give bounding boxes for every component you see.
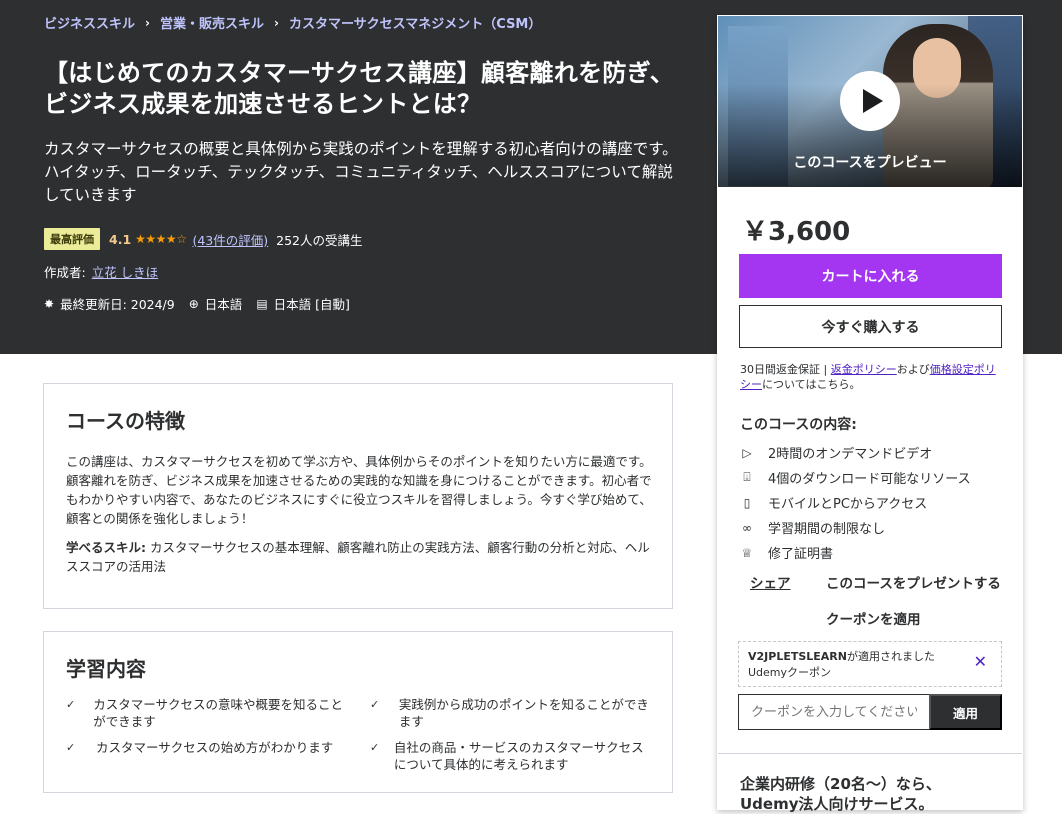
learn-item: ✓ カスタマーサクセスの始め方がわかります <box>66 739 351 756</box>
star-rating-icon: ★★★★☆ <box>135 232 187 246</box>
author-row: 作成者: 立花 しきほ <box>44 262 158 281</box>
breadcrumb-business-skills[interactable]: ビジネススキル <box>44 13 135 32</box>
last-updated: ✸ 最終更新日: 2024/9 <box>44 294 175 313</box>
skills-text: 学べるスキル: カスタマーサクセスの基本理解、顧客離れ防止の実践方法、顧客行動の… <box>66 538 656 576</box>
skills-label: 学べるスキル: <box>66 540 146 555</box>
trophy-icon: ♕ <box>741 545 753 560</box>
business-promo: 企業内研修（20名～）なら、 Udemy法人向けサービス。 <box>740 775 941 813</box>
learn-item-text: 自社の商品・サービスのカスタマーサクセスについて具体的に考えられます <box>393 740 644 772</box>
check-icon: ✓ <box>66 698 76 711</box>
includes-list: ▷ 2時間のオンデマンドビデオ ⍗ 4個のダウンロード可能なリソース ▯ モバイルとP… <box>740 440 971 565</box>
breadcrumb-csm[interactable]: カスタマーサクセスマネジメント（CSM） <box>289 13 541 32</box>
coupon-input[interactable] <box>738 694 930 730</box>
author-link[interactable]: 立花 しきほ <box>92 265 158 280</box>
share-button[interactable]: シェア <box>750 572 791 592</box>
include-item: ∞ 学習期間の制限なし <box>740 515 971 540</box>
guarantee-and: および <box>896 363 930 376</box>
include-item-text: 修了証明書 <box>768 547 834 562</box>
sidebar-divider <box>718 753 1022 754</box>
include-item-text: モバイルとPCからアクセス <box>768 497 928 512</box>
captions-text: 日本語 [自動] <box>273 297 350 312</box>
language-text: 日本語 <box>204 297 243 312</box>
refund-policy-link[interactable]: 返金ポリシー <box>831 363 897 376</box>
guarantee-text: 30日間返金保証 | <box>740 363 831 376</box>
learn-item: ✓ 実践例から成功のポイントを知ることができます <box>370 696 655 730</box>
breadcrumb: ビジネススキル › 営業・販売スキル › カスタマーサクセスマネジメント（CSM… <box>44 13 541 33</box>
include-item-text: 4個のダウンロード可能なリソース <box>768 472 971 487</box>
check-icon: ✓ <box>370 698 380 711</box>
meta-row: ✸ 最終更新日: 2024/9 ⊕ 日本語 ▤ 日本語 [自動] <box>44 294 364 313</box>
include-item: ▯ モバイルとPCからアクセス <box>740 490 971 515</box>
rating-value: 4.1 <box>109 231 132 247</box>
learn-item: ✓ 自社の商品・サービスのカスタマーサクセスについて具体的に考えられます <box>370 739 655 773</box>
coupon-type: Udemyクーポン <box>748 666 832 679</box>
course-subtitle: カスタマーサクセスの概要と具体例から実践のポイントを理解する初心者向けの講座です… <box>44 140 678 204</box>
coupon-code: V2JPLETSLEARN <box>748 650 847 663</box>
applied-coupon: V2JPLETSLEARNが適用されました Udemyクーポン ✕ <box>738 641 1002 687</box>
captions: ▤ 日本語 [自動] <box>256 294 350 313</box>
download-icon: ⍗ <box>743 470 751 484</box>
purchase-sidebar: このコースをプレビュー ￥3,600 カートに入れる 今すぐ購入する 30日間返… <box>717 15 1023 813</box>
author-label: 作成者: <box>44 265 86 280</box>
money-back-guarantee: 30日間返金保証 | 返金ポリシーおよび価格設定ポリシーについてはこちら。 <box>740 362 1004 392</box>
course-price: ￥3,600 <box>742 217 851 247</box>
add-to-cart-button[interactable]: カートに入れる <box>739 254 1002 298</box>
video-icon: ▷ <box>742 445 752 460</box>
check-icon: ✓ <box>66 741 76 754</box>
include-item-text: 2時間のオンデマンドビデオ <box>768 447 933 462</box>
course-features-box: コースの特徴 この講座は、カスタマーサクセスを初めて学ぶ方や、具体例からそのポイ… <box>43 383 673 609</box>
include-item-text: 学習期間の制限なし <box>768 522 886 537</box>
coupon-apply-button[interactable]: 適用 <box>929 694 1002 730</box>
coupon-applied-text: V2JPLETSLEARNが適用されました <box>748 649 992 665</box>
learn-item-text: カスタマーサクセスの意味や概要を知ることができます <box>93 697 343 729</box>
chevron-right-icon: › <box>145 15 150 30</box>
course-title: 【はじめてのカスタマーサクセス講座】顧客離れを防ぎ、ビジネス成果を加速させるヒン… <box>44 59 675 118</box>
features-description: この講座は、カスタマーサクセスを初めて学ぶ方や、具体例からそのポイントを知りたい… <box>66 454 652 526</box>
include-item: ▷ 2時間のオンデマンドビデオ <box>740 440 971 465</box>
features-heading: コースの特徴 <box>66 409 185 433</box>
buy-now-button[interactable]: 今すぐ購入する <box>739 305 1002 348</box>
student-count: 252人の受講生 <box>276 232 363 248</box>
apply-coupon-button[interactable]: クーポンを適用 <box>826 608 921 628</box>
reviews-link[interactable]: (43件の評価) <box>192 230 268 249</box>
include-item: ⍗ 4個のダウンロード可能なリソース <box>740 465 971 490</box>
close-icon[interactable]: ✕ <box>974 654 987 670</box>
last-updated-text: 最終更新日: 2024/9 <box>60 297 175 312</box>
course-preview[interactable]: このコースをプレビュー <box>718 16 1022 187</box>
learn-item-text: カスタマーサクセスの始め方がわかります <box>96 740 334 755</box>
what-you-learn-box: 学習内容 ✓ カスタマーサクセスの意味や概要を知ることができます ✓ 実践例から… <box>43 631 673 793</box>
coupon-applied-label: が適用されました <box>846 650 935 663</box>
breadcrumb-sales-skills[interactable]: 営業・販売スキル <box>160 13 264 32</box>
captions-icon: ▤ <box>256 296 268 311</box>
mobile-icon: ▯ <box>743 495 751 510</box>
learn-item-text: 実践例から成功のポイントを知ることができます <box>398 697 649 729</box>
skills-list: カスタマーサクセスの基本理解、顧客離れ防止の実践方法、顧客行動の分析と対応、ヘル… <box>66 540 650 574</box>
globe-icon: ⊕ <box>188 296 199 311</box>
includes-heading: このコースの内容: <box>740 417 857 433</box>
play-icon[interactable] <box>840 71 900 131</box>
chevron-right-icon: › <box>273 15 279 30</box>
infinity-icon: ∞ <box>742 520 752 535</box>
learn-item: ✓ カスタマーサクセスの意味や概要を知ることができます <box>66 696 351 730</box>
language: ⊕ 日本語 <box>189 294 243 313</box>
gift-course-button[interactable]: このコースをプレゼントする <box>826 572 1001 592</box>
guarantee-suffix: についてはこちら。 <box>762 378 861 391</box>
bestseller-badge: 最高評価 <box>44 228 100 250</box>
preview-label: このコースをプレビュー <box>793 155 947 171</box>
include-item: ♕ 修了証明書 <box>740 540 971 565</box>
alert-badge-icon: ✸ <box>44 296 55 311</box>
check-icon: ✓ <box>370 741 380 754</box>
rating-row: 最高評価 4.1 ★★★★☆ (43件の評価) 252人の受講生 <box>44 228 362 250</box>
learn-heading: 学習内容 <box>66 657 146 681</box>
